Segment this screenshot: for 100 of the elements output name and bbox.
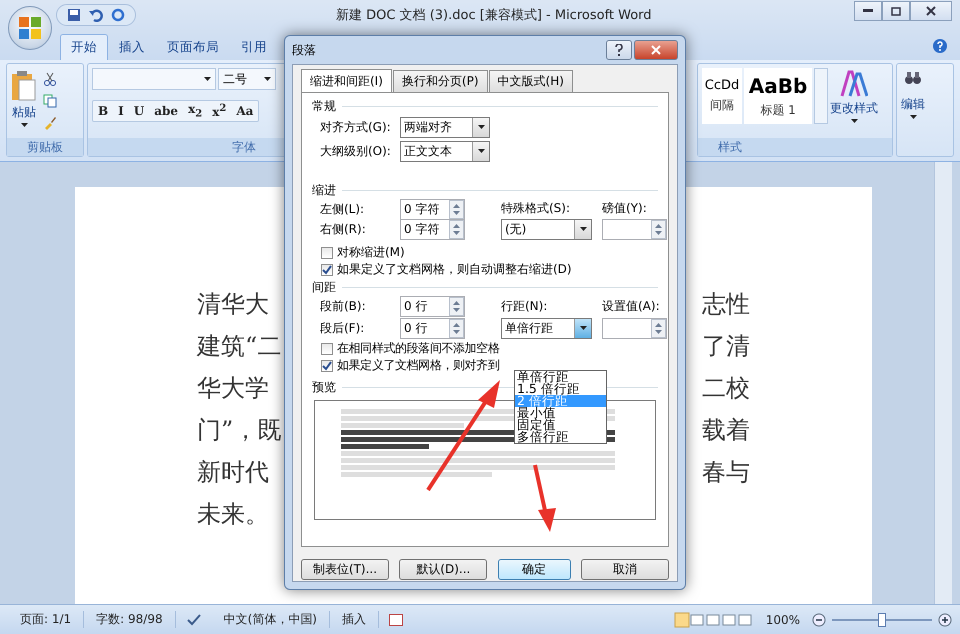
macro-icon[interactable] <box>389 614 403 626</box>
document-text: 载着 <box>702 415 750 446</box>
checkbox[interactable] <box>321 342 333 354</box>
scissors-icon[interactable] <box>43 72 57 86</box>
alignment-dropdown[interactable]: 两端对齐 <box>400 116 490 138</box>
style-tile[interactable]: CcDd 间隔 <box>702 68 742 124</box>
ribbon-tab[interactable]: 开始 <box>60 34 108 60</box>
indent-value-field[interactable] <box>602 218 667 240</box>
dialog-tab[interactable]: 缩进和间距(I) <box>301 69 392 93</box>
document-text: 未来。 <box>197 499 269 530</box>
spinner-icon[interactable] <box>449 297 464 316</box>
caret-icon <box>580 326 586 330</box>
outline-dropdown[interactable]: 正文文本 <box>400 140 490 162</box>
document-text: 志性 <box>702 289 750 320</box>
redo-icon[interactable] <box>111 8 125 22</box>
close-button[interactable] <box>634 40 678 60</box>
checkbox-label[interactable]: 如果定义了文档网格，则自动调整右缩进(D) <box>337 261 572 278</box>
spacing-value-field[interactable] <box>602 318 667 338</box>
editing-button[interactable]: 编辑 <box>901 68 925 119</box>
style-tile[interactable]: AaBb 标题 1 <box>744 68 812 124</box>
spinner-icon[interactable] <box>449 220 464 238</box>
zoom-out-icon[interactable] <box>812 612 826 626</box>
document-text: 建筑“二 <box>197 331 282 362</box>
ribbon-tab[interactable]: 引用 <box>230 34 278 60</box>
format-button[interactable]: I <box>113 101 129 121</box>
minimize-icon <box>863 9 873 13</box>
checkbox-label[interactable]: 对称缩进(M) <box>337 244 405 261</box>
proofing-icon[interactable] <box>186 612 202 626</box>
help-button[interactable] <box>606 40 632 60</box>
help-icon[interactable] <box>932 38 948 54</box>
space-after-field[interactable]: 0 行 <box>400 318 465 338</box>
space-before-field[interactable]: 0 行 <box>400 296 465 317</box>
maximize-button[interactable] <box>882 1 910 21</box>
left-indent-field[interactable]: 0 字符 <box>400 199 465 220</box>
dialog-button[interactable]: 确定 <box>498 559 571 580</box>
save-icon[interactable] <box>67 8 81 22</box>
close-button[interactable] <box>910 1 952 21</box>
close-icon <box>926 6 936 16</box>
dialog-button[interactable]: 默认(D)... <box>399 559 488 580</box>
document-text: 新时代 <box>197 457 269 488</box>
undo-icon[interactable] <box>89 8 103 22</box>
view-buttons-icon[interactable] <box>674 612 754 628</box>
paste-button[interactable]: 粘贴 <box>11 68 37 127</box>
gallery-scrollbar[interactable] <box>814 68 828 124</box>
zoom-in-icon[interactable] <box>938 612 952 626</box>
font-name-field[interactable] <box>92 68 216 90</box>
checkbox[interactable] <box>321 246 333 258</box>
document-text: 春与 <box>702 457 750 488</box>
binoculars-icon <box>904 70 922 86</box>
format-button[interactable]: B <box>93 101 114 121</box>
field-label: 左侧(L): <box>320 201 366 218</box>
dialog-tab[interactable]: 换行和分页(P) <box>392 70 488 93</box>
vertical-scrollbar[interactable] <box>934 162 952 604</box>
field-label: 特殊格式(S): <box>501 200 572 216</box>
zoom-thumb[interactable] <box>878 612 886 626</box>
format-button[interactable]: abe <box>149 101 184 121</box>
minimize-button[interactable] <box>854 1 882 21</box>
checkbox-label[interactable]: 如果定义了文档网格，则对齐到 <box>337 357 500 374</box>
insert-mode[interactable]: 插入 <box>330 611 379 628</box>
font-size-field[interactable]: 二号 <box>218 68 276 90</box>
caret-icon <box>20 123 28 127</box>
dialog-tab[interactable]: 中文版式(H) <box>488 70 573 93</box>
checkbox-label[interactable]: 在相同样式的段落间不添加空格 <box>337 340 500 357</box>
special-format-dropdown[interactable]: (无) <box>501 218 592 240</box>
field-label: 行距(N): <box>501 298 548 315</box>
format-button[interactable]: x$_{2}$ <box>183 101 208 121</box>
format-button[interactable]: Aa <box>231 101 258 121</box>
spinner-icon[interactable] <box>449 200 464 219</box>
group-label: 字体 <box>88 138 286 156</box>
page-count[interactable]: 页面: 1/1 <box>8 611 84 628</box>
spinner-icon[interactable] <box>449 318 464 338</box>
checkbox[interactable] <box>321 360 333 372</box>
dialog-title: 段落 <box>292 42 316 58</box>
spinner-icon[interactable] <box>651 220 666 238</box>
spinner-icon[interactable] <box>651 318 666 338</box>
field-label: 磅值(Y): <box>602 200 648 216</box>
document-text: 门”，既 <box>197 415 282 446</box>
format-button[interactable]: U <box>128 101 150 121</box>
ribbon-tab[interactable]: 页面布局 <box>156 34 230 60</box>
checkbox[interactable] <box>321 264 333 276</box>
document-text: 了清 <box>702 331 750 362</box>
zoom-level[interactable]: 100% <box>754 612 812 626</box>
copy-icon[interactable] <box>43 94 57 108</box>
change-styles-button[interactable]: 更改样式 <box>830 68 878 123</box>
word-count[interactable]: 字数: 98/98 <box>84 611 176 628</box>
office-button[interactable] <box>8 6 52 50</box>
field-label: 右侧(R): <box>320 220 367 238</box>
field-label: 对齐方式(G): <box>320 118 392 136</box>
clipboard-icon <box>11 70 37 102</box>
format-button[interactable]: x$^{2}$ <box>207 101 232 121</box>
language-status[interactable]: 中文(简体，中国) <box>212 611 330 628</box>
maximize-icon <box>891 6 901 16</box>
ribbon-tab[interactable]: 插入 <box>108 34 156 60</box>
brush-icon[interactable] <box>43 116 57 130</box>
right-indent-field[interactable]: 0 字符 <box>400 218 465 240</box>
dialog-button[interactable]: 制表位(T)... <box>301 559 389 580</box>
dialog-button[interactable]: 取消 <box>580 559 669 580</box>
section-heading: 缩进 <box>312 182 336 198</box>
line-spacing-dropdown[interactable]: 单倍行距 <box>501 318 592 338</box>
annotation-arrow <box>533 464 556 532</box>
